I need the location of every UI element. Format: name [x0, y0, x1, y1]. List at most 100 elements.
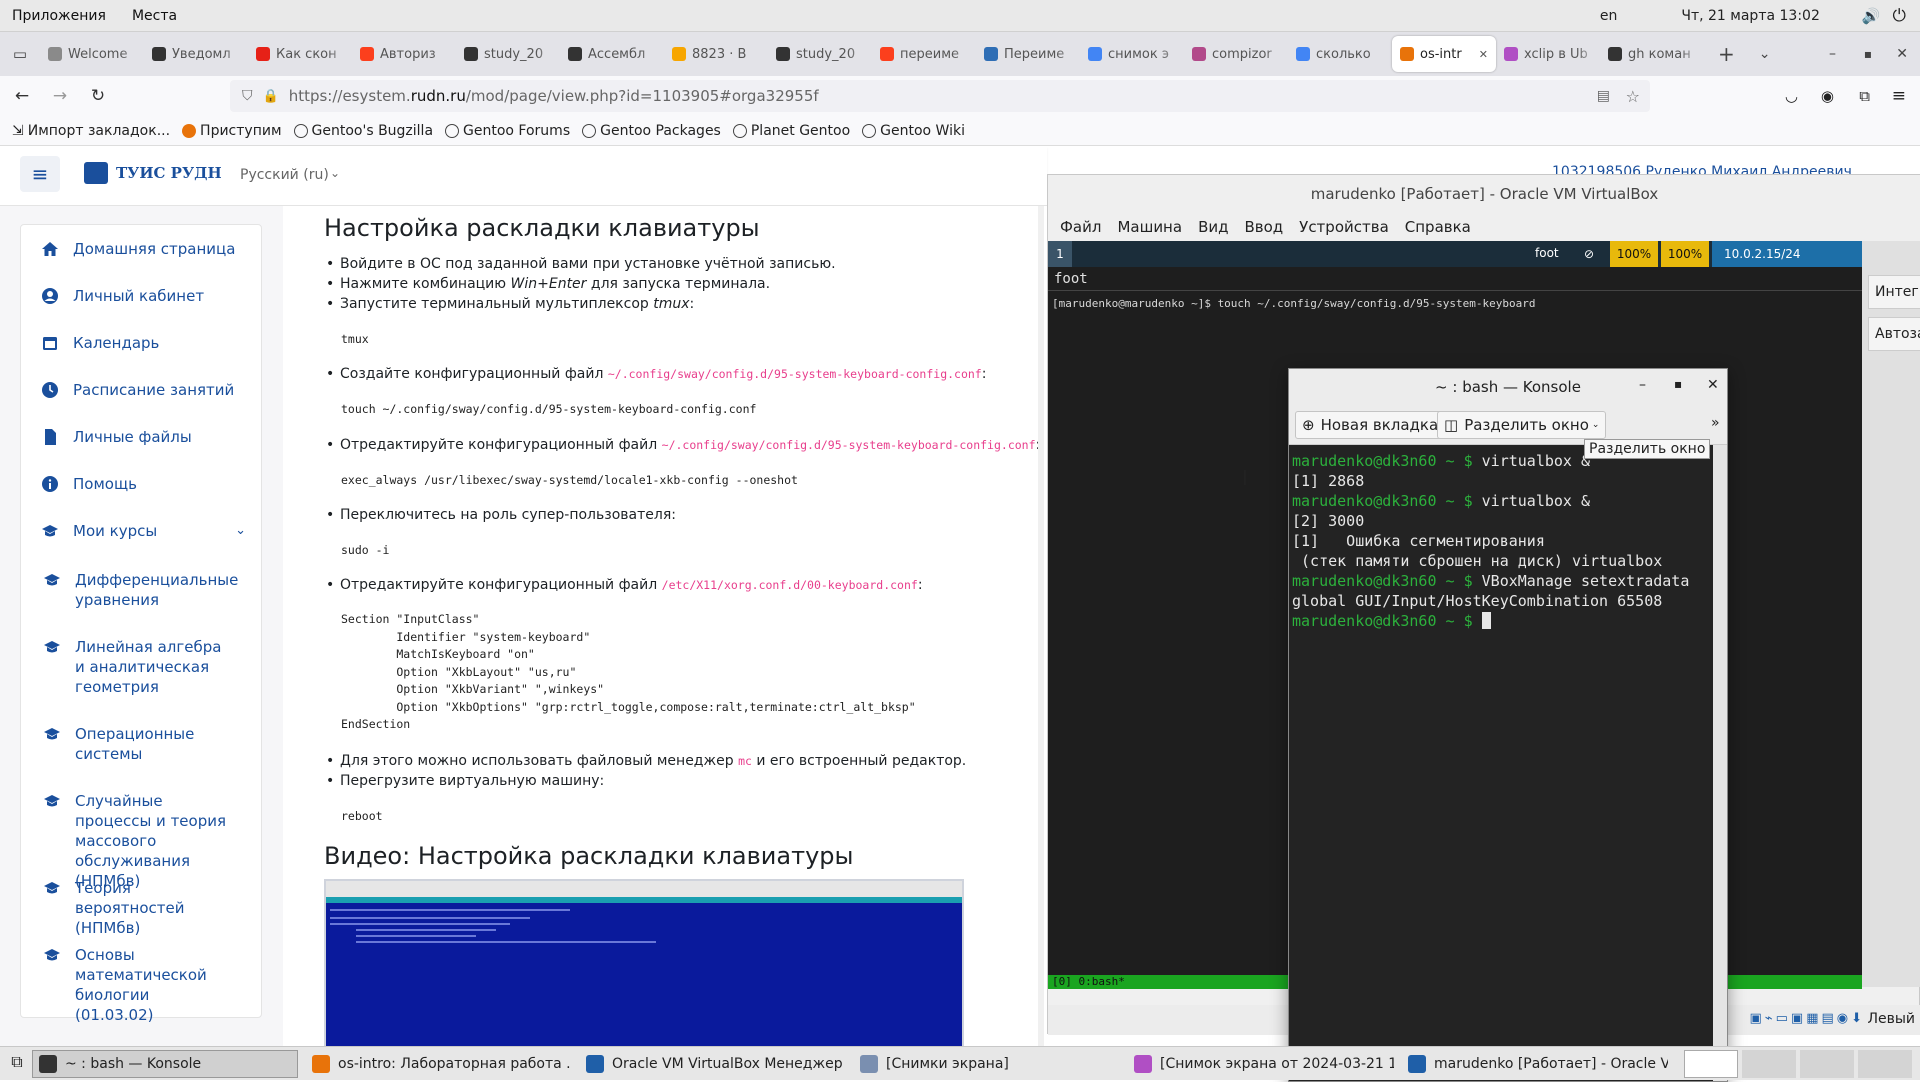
course-item-linalg[interactable]: Линейная алгебра и аналитическая геометр…	[43, 637, 225, 697]
maximize-icon[interactable]: ▪	[1864, 47, 1872, 61]
forward-icon[interactable]: →	[44, 80, 76, 112]
reader-view-icon[interactable]: ▤	[1597, 88, 1610, 104]
browser-tab[interactable]: Ассембл	[560, 36, 664, 72]
language-menu[interactable]: Русский (ru)	[240, 167, 329, 183]
list-tabs-icon[interactable]: ⌄	[1759, 46, 1771, 62]
account-icon[interactable]: ◉	[1821, 87, 1834, 105]
keyboard-layout-indicator[interactable]: en	[1600, 8, 1618, 24]
new-tab-button[interactable]: +	[1718, 42, 1735, 66]
show-desktop-icon[interactable]: ⧉	[4, 1052, 30, 1076]
menu-machine[interactable]: Машина	[1117, 218, 1182, 236]
navigation-bar: ← → ↻ ⛉ 🔒 https://esystem. rudn.ru/mod/pa…	[0, 76, 1920, 116]
bookmark-start[interactable]: Приступим	[182, 123, 282, 139]
browser-tab[interactable]: Переиме	[976, 36, 1080, 72]
taskbar-item[interactable]: [Снимок экрана от 2024-03-21 1...	[1128, 1050, 1394, 1078]
close-icon[interactable]: ✕	[1896, 46, 1908, 62]
bookmark-star-icon[interactable]: ☆	[1626, 87, 1640, 106]
browser-tab[interactable]: снимок э	[1080, 36, 1184, 72]
taskbar-item[interactable]: os-intro: Лабораторная работа ...	[306, 1050, 572, 1078]
workspace-switcher-2[interactable]	[1742, 1050, 1796, 1078]
browser-tab[interactable]: Как скон	[248, 36, 352, 72]
sidebar-item-schedule[interactable]: Расписание занятий	[41, 380, 234, 400]
extensions-icon[interactable]: ⧉	[1859, 87, 1870, 105]
places-menu[interactable]: Места	[132, 8, 177, 24]
close-icon[interactable]: ✕	[1707, 377, 1719, 393]
course-item-math-biology[interactable]: Основы математической биологии (01.03.02…	[43, 945, 220, 1025]
menu-help[interactable]: Справка	[1405, 218, 1471, 236]
video-player[interactable]	[324, 879, 964, 1046]
sidebar-item-calendar[interactable]: Календарь	[41, 333, 159, 353]
konsole-window: ~ : bash — Konsole – ▪ ✕ ⊕Новая вкладка⌄…	[1288, 368, 1728, 1082]
bookmark-gentoo-wiki[interactable]: Gentoo Wiki	[862, 123, 965, 139]
browser-tab[interactable]: переиме	[872, 36, 976, 72]
browser-tab[interactable]: study_20	[456, 36, 560, 72]
browser-tab[interactable]: сколько	[1288, 36, 1392, 72]
sidebar-item-home[interactable]: Домашняя страница	[41, 239, 235, 259]
course-item-random-processes[interactable]: Случайные процессы и теория массового об…	[43, 791, 240, 891]
power-icon[interactable]: ⏻	[1893, 6, 1906, 26]
browser-tab[interactable]: os-intr ✕	[1392, 36, 1496, 72]
taskbar-item[interactable]: ~ : bash — Konsole	[32, 1050, 298, 1078]
tab-overview-icon[interactable]: ▭	[0, 45, 40, 63]
browser-tab[interactable]: Welcome	[40, 36, 144, 72]
browser-tab[interactable]: compizor	[1184, 36, 1288, 72]
bookmark-gentoo-bugzilla[interactable]: Gentoo's Bugzilla	[293, 123, 433, 139]
bookmark-gentoo-packages[interactable]: Gentoo Packages	[582, 123, 721, 139]
course-item-diffeq[interactable]: Дифференциальные уравнения	[43, 570, 238, 610]
browser-tab[interactable]: 8823 · В	[664, 36, 768, 72]
vbox-autocapture-item[interactable]: Автозахват к	[1868, 317, 1920, 351]
bookmark-gentoo-forums[interactable]: Gentoo Forums	[445, 123, 570, 139]
taskbar-item[interactable]: Oracle VM VirtualBox Менеджер	[580, 1050, 846, 1078]
close-tab-icon[interactable]: ✕	[1479, 48, 1488, 61]
lock-icon[interactable]: 🔒	[263, 89, 279, 104]
menu-file[interactable]: Файл	[1060, 218, 1101, 236]
taskbar-item[interactable]: [Снимки экрана]	[854, 1050, 1120, 1078]
browser-tab[interactable]: gh коман	[1600, 36, 1704, 72]
back-icon[interactable]: ←	[6, 80, 38, 112]
site-logo[interactable]: ТУИС РУДН	[84, 162, 222, 184]
browser-tab[interactable]: xclip в Ub	[1496, 36, 1600, 72]
minimize-icon[interactable]: –	[1639, 377, 1646, 393]
browser-tab[interactable]: Авториз	[352, 36, 456, 72]
bookmark-import[interactable]: ⇲ Импорт закладок...	[12, 123, 170, 139]
volume-icon[interactable]: 🔊	[1862, 7, 1881, 25]
favicon-icon	[1088, 47, 1102, 61]
app-menu-icon[interactable]: ≡	[1892, 86, 1906, 106]
clock[interactable]: Чт, 21 марта 13:02	[1681, 8, 1819, 24]
course-item-probability[interactable]: Теория вероятностей (НПМбв)	[43, 878, 235, 938]
reload-icon[interactable]: ↻	[82, 80, 114, 112]
browser-tab[interactable]: Уведомл	[144, 36, 248, 72]
menu-view[interactable]: Вид	[1198, 218, 1228, 236]
page-scrollbar[interactable]	[1038, 206, 1044, 1046]
maximize-icon[interactable]: ▪	[1674, 377, 1682, 391]
favicon-icon	[568, 47, 582, 61]
course-item-os[interactable]: Операционные системы	[43, 724, 225, 764]
workspace-1[interactable]: 1	[1048, 241, 1072, 267]
sidebar-item-my-courses[interactable]: Мои курсы ⌄	[41, 521, 246, 541]
new-tab-button[interactable]: ⊕Новая вкладка⌄	[1295, 411, 1456, 439]
taskbar-item[interactable]: marudenko [Работает] - Oracle V...	[1402, 1050, 1668, 1078]
minimize-icon[interactable]: –	[1829, 46, 1836, 62]
applications-menu[interactable]: Приложения	[12, 8, 106, 24]
menu-input[interactable]: Ввод	[1244, 218, 1283, 236]
sidebar-item-cabinet[interactable]: Личный кабинет	[41, 286, 204, 306]
browser-tab[interactable]: study_20	[768, 36, 872, 72]
overflow-menu-icon[interactable]: »	[1711, 415, 1720, 431]
vbox-integration-item[interactable]: Интеграция м	[1868, 275, 1920, 309]
pocket-icon[interactable]: ◡	[1785, 87, 1798, 105]
sidebar-item-help[interactable]: Помощь	[41, 474, 137, 494]
workspace-switcher-1[interactable]	[1684, 1050, 1738, 1078]
split-view-button[interactable]: ◫ Разделить окно ⌄	[1437, 411, 1607, 439]
bookmark-planet-gentoo[interactable]: Planet Gentoo	[732, 123, 850, 139]
chevron-down-icon[interactable]: ⌄	[235, 521, 246, 541]
terminal-scrollbar[interactable]	[1713, 445, 1727, 1081]
workspace-switcher-3[interactable]	[1800, 1050, 1854, 1078]
sidebar-item-files[interactable]: Личные файлы	[41, 427, 192, 447]
workspace-switcher-4[interactable]	[1858, 1050, 1912, 1078]
tracking-shield-icon[interactable]: ⛉	[242, 88, 253, 104]
url-bar[interactable]: ⛉ 🔒 https://esystem. rudn.ru/mod/page/vie…	[230, 80, 1650, 112]
konsole-terminal[interactable]: marudenko@dk3n60 ~ $ virtualbox & [1] 286…	[1289, 445, 1713, 1081]
device-status-icons[interactable]: ▣⌁▭▣▦▤◉⬇	[1750, 1011, 1865, 1026]
menu-devices[interactable]: Устройства	[1299, 218, 1389, 236]
drawer-toggle-button[interactable]: ≡	[20, 156, 60, 192]
